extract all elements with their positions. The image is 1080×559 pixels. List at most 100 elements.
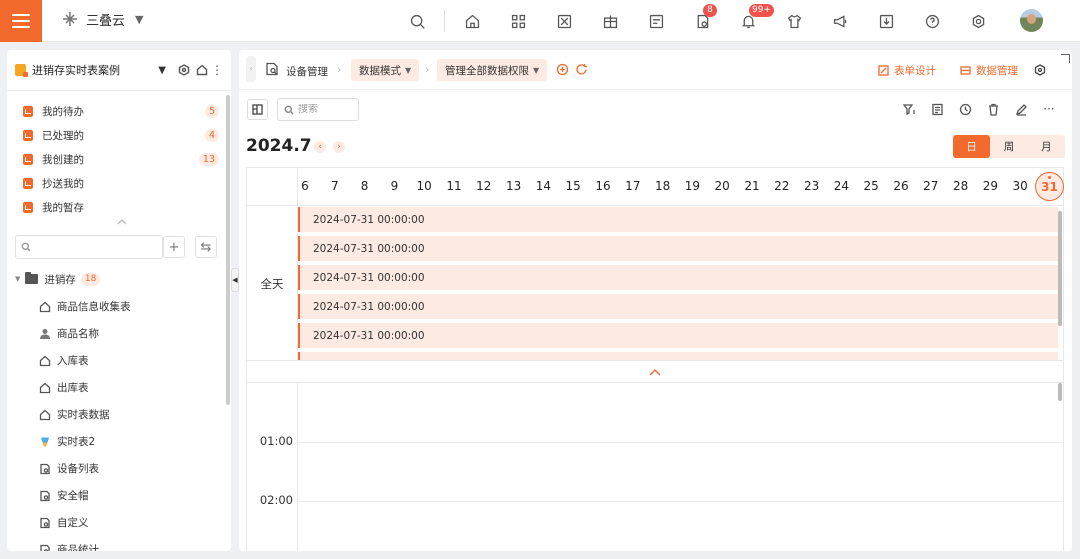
home-icon[interactable] [460,9,484,33]
day-number[interactable]: 25 [859,179,883,193]
edit-pen-icon[interactable] [1012,101,1030,117]
day-number[interactable]: 26 [889,179,913,193]
tree-item[interactable]: 入库表 [39,347,219,374]
day-number[interactable]: 6 [293,179,317,193]
next-month-button[interactable]: › [333,141,345,153]
add-circle-icon[interactable] [556,63,569,76]
collapse-all-day-button[interactable] [247,361,1063,383]
back-arrow-icon[interactable]: ‹ [246,56,256,82]
help-icon[interactable] [920,9,944,33]
day-number[interactable]: 7 [323,179,347,193]
filter-icon[interactable] [900,101,918,117]
prev-month-button[interactable]: ‹ [314,141,326,153]
expand-corner-icon[interactable] [1061,54,1070,63]
quick-item-processed[interactable]: 已处理的 4 [23,123,219,147]
all-day-event[interactable]: 2024-07-31 00:00:00 [298,323,1058,348]
quick-item-created[interactable]: 我创建的 13 [23,147,219,171]
tree-item[interactable]: 商品统计 [39,536,219,551]
day-number[interactable]: 9 [382,179,406,193]
day-number[interactable]: 13 [502,179,526,193]
day-number[interactable]: 20 [710,179,734,193]
day-number[interactable]: 21 [740,179,764,193]
view-switch-button[interactable] [247,99,268,120]
permission-dropdown[interactable]: 管理全部数据权限 ▼ [437,59,548,81]
menu-button[interactable] [0,0,42,42]
tree-item[interactable]: 设备列表 [39,455,219,482]
tree-item[interactable]: 出库表 [39,374,219,401]
view-day-button[interactable]: 日 [953,135,991,158]
all-day-event[interactable]: 2024-07-31 00:00:00 [298,265,1058,290]
day-number[interactable]: 28 [949,179,973,193]
day-number[interactable]: 17 [621,179,645,193]
tree-item[interactable]: 实时表2 [39,428,219,455]
layout-icon[interactable] [598,9,622,33]
caret-down-icon[interactable]: ▼ [158,65,166,76]
day-number[interactable]: 12 [472,179,496,193]
search-icon[interactable] [405,9,429,33]
cross-box-icon[interactable] [552,9,576,33]
tree-item[interactable]: 实时表数据 [39,401,219,428]
settings-gear-icon[interactable] [966,9,990,33]
workspace-switcher[interactable]: 三叠云 ▼ [60,9,143,29]
user-avatar[interactable] [1020,9,1043,32]
all-day-event[interactable]: 2024-07-31 00:00:00 [298,236,1058,261]
list-card-icon[interactable] [644,9,668,33]
megaphone-icon[interactable] [828,9,852,33]
tree-item[interactable]: 商品信息收集表 [39,293,219,320]
day-number[interactable]: 23 [800,179,824,193]
event-scrollbar[interactable] [1058,211,1062,326]
time-grid-scrollbar[interactable] [1058,383,1062,401]
task-doc-icon[interactable]: 8 [690,4,717,33]
settings-gear-icon[interactable] [1034,64,1046,76]
day-number[interactable]: 15 [561,179,585,193]
sidebar-scrollbar[interactable] [226,95,230,405]
swap-icon[interactable]: ⇆ [195,236,217,258]
download-icon[interactable] [874,9,898,33]
form-design-button[interactable]: 表单设计 [878,63,936,78]
shirt-icon[interactable] [782,9,806,33]
day-number[interactable]: 30 [1008,179,1032,193]
day-number[interactable]: 11 [442,179,466,193]
bell-icon[interactable]: 99+ [736,4,774,33]
all-day-event[interactable]: 2024-07-31 00:00:00 [298,207,1058,232]
history-icon[interactable] [956,101,974,117]
day-number[interactable]: 8 [353,179,377,193]
refresh-icon[interactable] [575,63,588,76]
quick-item-todo[interactable]: 我的待办 5 [23,99,219,123]
sidebar-search-input[interactable] [35,241,155,253]
chevron-up-icon[interactable] [117,216,127,226]
data-manage-button[interactable]: 数据管理 [960,63,1018,78]
main-search-input[interactable] [298,104,358,115]
today-day-button[interactable]: 31 [1035,172,1064,201]
day-number[interactable]: 16 [591,179,615,193]
day-number[interactable]: 22 [770,179,794,193]
day-number[interactable]: 14 [531,179,555,193]
day-number[interactable]: 24 [829,179,853,193]
breadcrumb-page[interactable]: 设备管理 [286,64,328,79]
day-number[interactable]: 18 [651,179,675,193]
settings-gear-icon[interactable] [175,61,193,79]
day-number[interactable]: 10 [412,179,436,193]
project-title[interactable]: 进销存实时表案例 [32,62,158,78]
home-icon[interactable] [193,61,211,79]
more-horizontal-icon[interactable]: ··· [1040,101,1058,117]
day-number[interactable]: 19 [680,179,704,193]
all-day-event[interactable]: 2024-07-31 00:00:00 [298,294,1058,319]
add-button[interactable]: + [163,236,185,258]
tree-folder-inventory[interactable]: ▼ 进销存 18 [15,270,101,288]
view-month-button[interactable]: 月 [1028,135,1065,158]
view-week-button[interactable]: 周 [990,135,1027,158]
mode-dropdown[interactable]: 数据模式 ▼ [351,59,420,81]
delete-icon[interactable] [984,101,1002,117]
collapse-sidebar-button[interactable]: ◀ [231,268,239,292]
quick-item-cc[interactable]: 抄送我的 [23,171,219,195]
tree-item[interactable]: 商品名称 [39,320,219,347]
all-day-event[interactable]: 2024-07-31 00:00:00 [298,352,1058,360]
sheet-icon[interactable] [928,101,946,117]
tree-item[interactable]: 自定义 [39,509,219,536]
apps-grid-icon[interactable] [506,9,530,33]
tree-item[interactable]: 安全帽 [39,482,219,509]
day-number[interactable]: 27 [919,179,943,193]
more-vertical-icon[interactable]: ⋮ [211,63,223,77]
day-number[interactable]: 29 [978,179,1002,193]
